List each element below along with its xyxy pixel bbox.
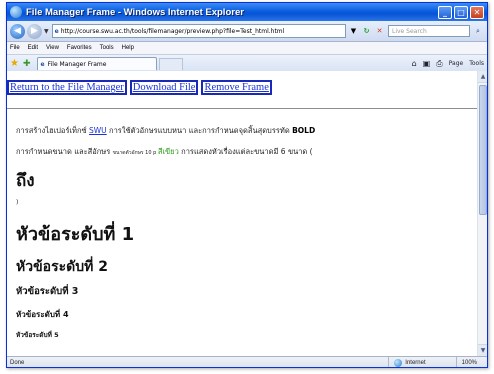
return-link[interactable]: Return to the File Manager bbox=[7, 80, 127, 95]
paragraph-2: การกำหนดขนาด และสีอักษร ขนาดตัวอักษร 10 … bbox=[16, 146, 313, 158]
url-text: http://course.swu.ac.th/tools/filemanage… bbox=[60, 27, 285, 35]
home-icon[interactable]: ⌂ bbox=[412, 59, 417, 68]
status-text: Done bbox=[10, 360, 25, 366]
page-content: Return to the File Manager Download File… bbox=[7, 71, 477, 356]
p1-mid: การใช้ตัวอักษรแบบหนา และการกำหนดจุดสิ้นส… bbox=[106, 126, 293, 135]
window-title: File Manager Frame - Windows Internet Ex… bbox=[26, 6, 244, 18]
menu-tools[interactable]: Tools bbox=[100, 45, 114, 51]
browser-window: File Manager Frame - Windows Internet Ex… bbox=[6, 2, 488, 368]
big-text: ถึง bbox=[16, 171, 35, 191]
frame-links: Return to the File Manager Download File… bbox=[7, 80, 275, 95]
page-menu[interactable]: Page bbox=[449, 60, 464, 67]
menu-file[interactable]: File bbox=[10, 45, 20, 51]
heading-3: หัวข้อระดับที่ 3 bbox=[16, 286, 79, 297]
minimize-button[interactable]: _ bbox=[438, 5, 452, 19]
tab-title: File Manager Frame bbox=[47, 60, 107, 68]
p2-text: การกำหนดขนาด และสีอักษร bbox=[16, 147, 113, 156]
page-icon: e bbox=[54, 27, 59, 35]
status-bar: Done Internet 100% bbox=[7, 356, 487, 367]
title-bar[interactable]: File Manager Frame - Windows Internet Ex… bbox=[7, 3, 487, 21]
heading-1: หัวข้อระดับที่ 1 bbox=[16, 224, 135, 245]
vertical-scrollbar[interactable]: ▲ ▼ bbox=[477, 71, 487, 356]
forward-button[interactable]: ▶ bbox=[27, 23, 42, 39]
p1-text: การสร้างไฮเปอร์เท็กซ์ bbox=[16, 126, 89, 135]
command-bar: ⌂ ▣ ⎙ Page Tools bbox=[406, 59, 484, 69]
search-icon[interactable]: ⌕ bbox=[472, 25, 484, 37]
ie-icon bbox=[10, 6, 22, 18]
close-button[interactable]: ✕ bbox=[470, 5, 484, 19]
stop-icon[interactable]: ✕ bbox=[374, 26, 385, 37]
heading-4: หัวข้อระดับที่ 4 bbox=[16, 310, 69, 319]
refresh-icon[interactable]: ↻ bbox=[361, 26, 372, 37]
paragraph-1: การสร้างไฮเปอร์เท็กซ์ SWU การใช้ตัวอักษร… bbox=[16, 125, 315, 137]
tab-file-manager-frame[interactable]: e File Manager Frame bbox=[36, 57, 157, 70]
menu-favorites[interactable]: Favorites bbox=[67, 45, 92, 51]
maximize-button[interactable]: □ bbox=[454, 5, 468, 19]
scroll-down-icon[interactable]: ▼ bbox=[478, 344, 487, 356]
new-tab-button[interactable] bbox=[158, 57, 183, 70]
small-text: ขนาดตัวอักษร 10 p bbox=[112, 150, 158, 156]
closing-paren: ) bbox=[16, 199, 19, 206]
tools-menu[interactable]: Tools bbox=[469, 60, 484, 67]
download-link[interactable]: Download File bbox=[129, 80, 199, 95]
menu-help[interactable]: Help bbox=[122, 45, 134, 51]
scroll-thumb[interactable] bbox=[479, 85, 487, 215]
address-bar: ◀ ▶ ▼ e http://course.swu.ac.th/tools/fi… bbox=[7, 21, 487, 42]
green-text: สีเขียว bbox=[157, 147, 179, 156]
p2-end: การแสดงหัวเรื่องแต่ละขนาดมี 6 ขนาด ( bbox=[178, 147, 313, 156]
history-dropdown-icon[interactable]: ▼ bbox=[44, 28, 49, 35]
back-button[interactable]: ◀ bbox=[10, 23, 25, 39]
search-placeholder: Live Search bbox=[392, 27, 427, 35]
zone-text: Internet bbox=[405, 360, 426, 366]
remove-frame-link[interactable]: Remove Frame bbox=[201, 80, 272, 95]
swu-link[interactable]: SWU bbox=[89, 126, 107, 135]
scroll-up-icon[interactable]: ▲ bbox=[478, 71, 487, 83]
search-input[interactable]: Live Search bbox=[388, 25, 470, 37]
frame-divider bbox=[7, 108, 477, 109]
heading-5: หัวข้อระดับที่ 5 bbox=[16, 331, 59, 339]
feeds-icon[interactable]: ▣ bbox=[423, 59, 431, 68]
zoom-text: 100% bbox=[461, 360, 477, 366]
menu-view[interactable]: View bbox=[46, 45, 59, 51]
url-field[interactable]: e http://course.swu.ac.th/tools/filemana… bbox=[51, 24, 346, 38]
favorites-star-icon[interactable]: ★ bbox=[10, 58, 19, 69]
print-icon[interactable]: ⎙ bbox=[436, 59, 442, 69]
menu-edit[interactable]: Edit bbox=[28, 45, 38, 51]
add-favorite-icon[interactable]: ✚ bbox=[23, 59, 31, 69]
url-dropdown-icon[interactable]: ▼ bbox=[348, 26, 359, 37]
menu-bar: File Edit View Favorites Tools Help bbox=[7, 42, 487, 55]
globe-icon bbox=[394, 359, 403, 367]
heading-2: หัวข้อระดับที่ 2 bbox=[16, 259, 108, 275]
security-zone: Internet bbox=[388, 357, 455, 367]
bold-text: BOLD bbox=[292, 126, 316, 135]
tab-page-icon: e bbox=[40, 60, 45, 68]
zoom-control[interactable]: 100% bbox=[455, 357, 487, 367]
